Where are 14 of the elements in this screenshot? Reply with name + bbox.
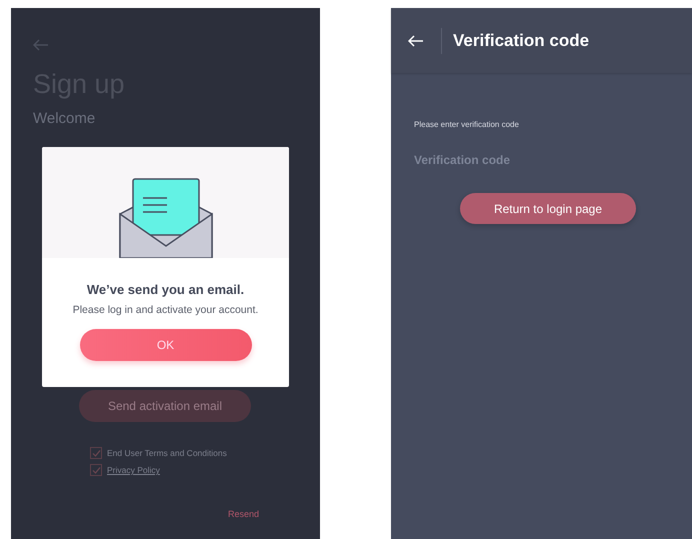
field-label: Please enter verification code — [414, 120, 520, 129]
page-subtitle: Welcome — [33, 110, 96, 127]
return-button[interactable]: Return to login page — [460, 193, 636, 224]
dialog-message: Please log in and activate your account. — [72, 304, 258, 316]
code-input-field[interactable]: Verification code — [414, 153, 614, 167]
checkbox[interactable] — [90, 447, 102, 459]
resend-link[interactable]: Resend — [228, 509, 260, 519]
send-email-button[interactable]: Send activation email — [79, 390, 251, 422]
header-title: Verification code — [453, 30, 590, 50]
agreement-label: End User Terms and Conditions — [107, 448, 227, 458]
checkbox[interactable] — [90, 464, 102, 476]
dialog-title: We’ve send you an email. — [86, 282, 244, 297]
ok-button[interactable]: OK — [80, 329, 252, 361]
policy-link[interactable]: Privacy Policy — [107, 465, 160, 475]
